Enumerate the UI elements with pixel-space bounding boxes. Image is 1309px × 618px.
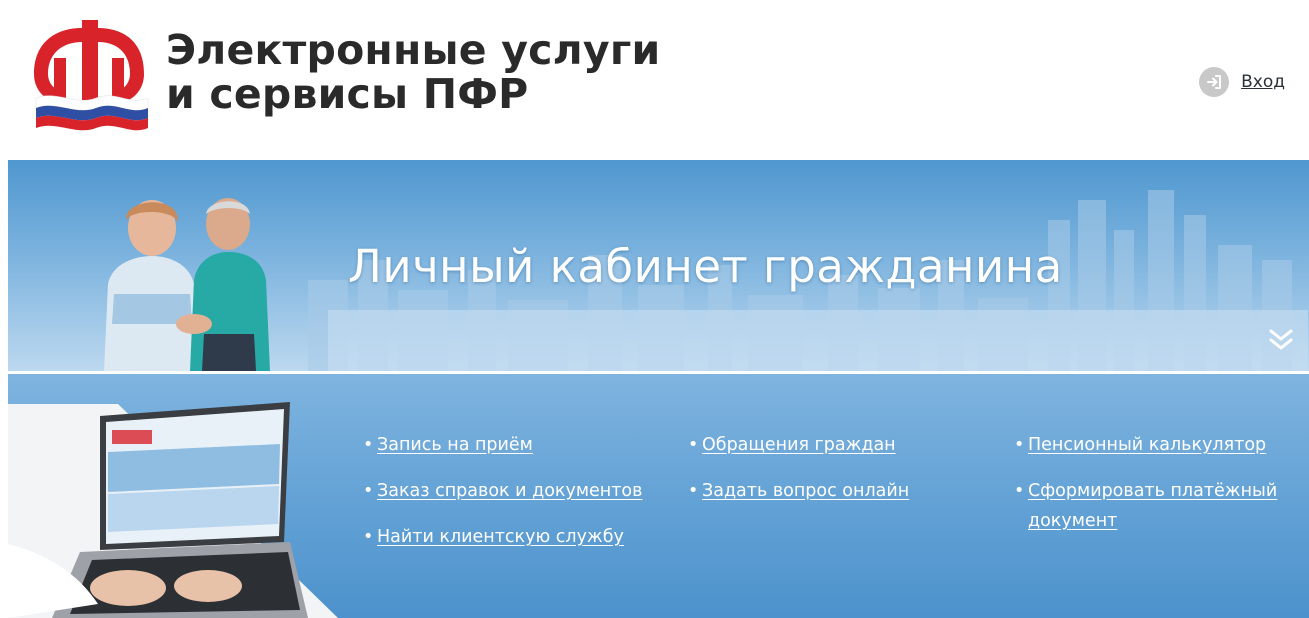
site-title-line2: и сервисы ПФР	[166, 70, 529, 118]
services-panel: Запись на приём Заказ справок и документ…	[8, 374, 1309, 618]
login-link[interactable]: Вход	[1241, 72, 1285, 92]
site-title: Электронные услуги и сервисы ПФР	[166, 28, 660, 116]
list-item: Найти клиентскую службу	[363, 522, 653, 552]
list-item: Задать вопрос онлайн	[688, 476, 988, 506]
service-link-ask-online[interactable]: Задать вопрос онлайн	[702, 481, 909, 501]
services-column-1: Запись на приём Заказ справок и документ…	[363, 430, 653, 568]
service-link-citizen-requests[interactable]: Обращения граждан	[702, 435, 896, 455]
service-link-pension-calculator[interactable]: Пенсионный калькулятор	[1028, 435, 1266, 455]
banner-title: Личный кабинет гражданина	[348, 240, 1063, 293]
laptop-image	[8, 402, 338, 618]
elderly-couple-image	[104, 198, 270, 371]
service-link-order-documents[interactable]: Заказ справок и документов	[377, 481, 642, 501]
site-title-line1: Электронные услуги	[166, 26, 661, 74]
login-area[interactable]: Вход	[1199, 67, 1285, 97]
site-header: Электронные услуги и сервисы ПФР Вход	[0, 0, 1309, 158]
pfr-logo-icon[interactable]	[26, 12, 152, 134]
list-item: Запись на приём	[363, 430, 653, 460]
services-column-3: Пенсионный калькулятор Сформировать плат…	[1014, 430, 1304, 552]
service-link-find-office[interactable]: Найти клиентскую службу	[377, 527, 624, 547]
double-chevron-down-icon[interactable]	[1267, 328, 1295, 352]
service-link-appointment[interactable]: Запись на приём	[377, 435, 533, 455]
list-item: Обращения граждан	[688, 430, 988, 460]
service-link-payment-document[interactable]: Сформировать платёжный документ	[1028, 481, 1277, 531]
list-item: Сформировать платёжный документ	[1014, 476, 1304, 536]
login-arrow-icon[interactable]	[1199, 67, 1230, 97]
services-column-2: Обращения граждан Задать вопрос онлайн	[688, 430, 988, 522]
list-item: Заказ справок и документов	[363, 476, 653, 506]
list-item: Пенсионный калькулятор	[1014, 430, 1304, 460]
banner: Личный кабинет гражданина	[8, 160, 1309, 371]
